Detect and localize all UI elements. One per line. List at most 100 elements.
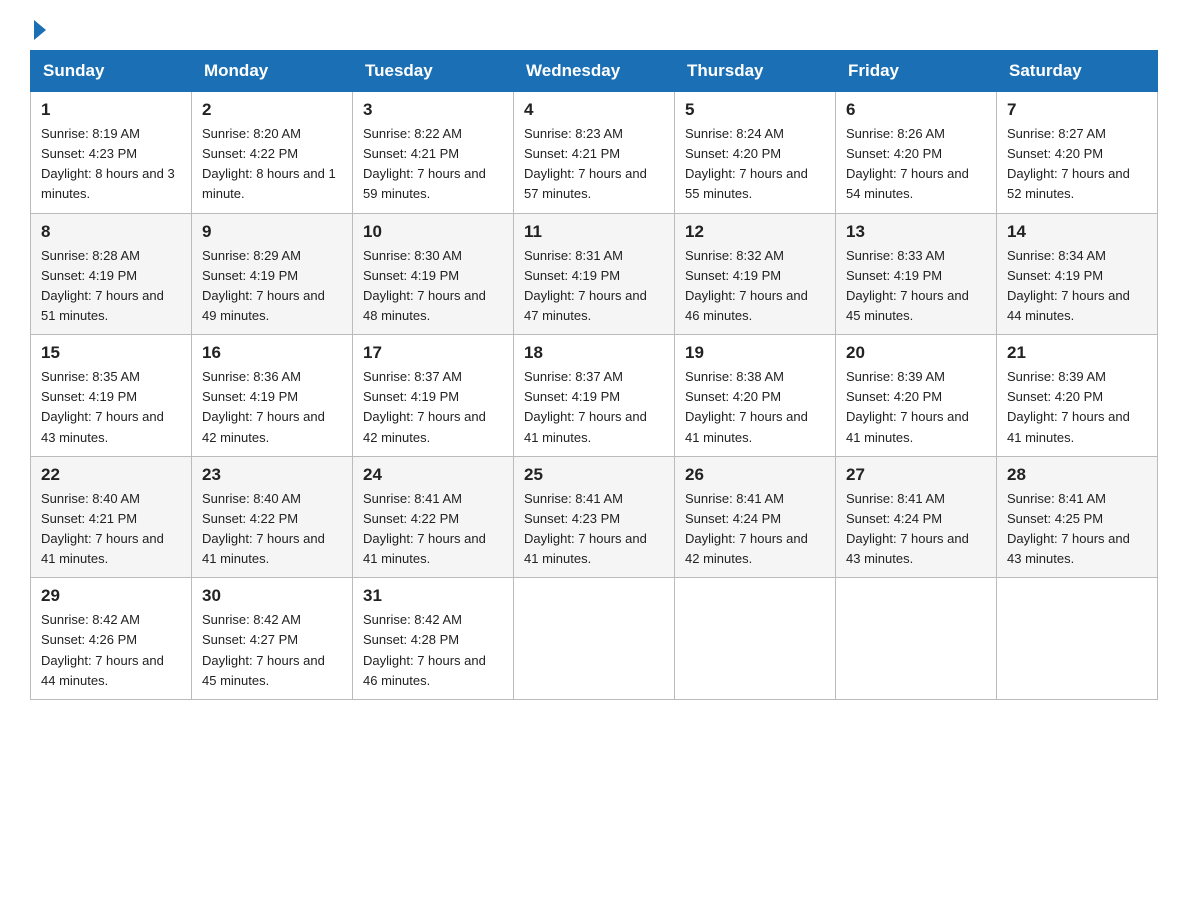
day-info: Sunrise: 8:37 AMSunset: 4:19 PMDaylight:… [524, 367, 664, 448]
day-cell-2: 2 Sunrise: 8:20 AMSunset: 4:22 PMDaylight… [192, 92, 353, 214]
day-info: Sunrise: 8:39 AMSunset: 4:20 PMDaylight:… [1007, 367, 1147, 448]
day-cell-5: 5Sunrise: 8:24 AMSunset: 4:20 PMDaylight… [675, 92, 836, 214]
day-number: 14 [1007, 222, 1147, 242]
day-number: 16 [202, 343, 342, 363]
day-cell-15: 15 Sunrise: 8:35 AMSunset: 4:19 PMDayligh… [31, 335, 192, 457]
weekday-header-sunday: Sunday [31, 51, 192, 92]
week-row-1: 1 Sunrise: 8:19 AMSunset: 4:23 PMDaylight… [31, 92, 1158, 214]
day-info: Sunrise: 8:30 AMSunset: 4:19 PMDaylight:… [363, 246, 503, 327]
day-info: Sunrise: 8:41 AMSunset: 4:22 PMDaylight:… [363, 489, 503, 570]
day-number: 22 [41, 465, 181, 485]
day-info: Sunrise: 8:20 AMSunset: 4:22 PMDaylight:… [202, 124, 342, 205]
day-info: Sunrise: 8:41 AMSunset: 4:23 PMDaylight:… [524, 489, 664, 570]
day-cell-29: 29Sunrise: 8:42 AMSunset: 4:26 PMDayligh… [31, 578, 192, 700]
day-cell-4: 4 Sunrise: 8:23 AMSunset: 4:21 PMDaylight… [514, 92, 675, 214]
day-info: Sunrise: 8:41 AMSunset: 4:24 PMDaylight:… [846, 489, 986, 570]
day-number: 24 [363, 465, 503, 485]
day-info: Sunrise: 8:33 AMSunset: 4:19 PMDaylight:… [846, 246, 986, 327]
day-cell-27: 27 Sunrise: 8:41 AMSunset: 4:24 PMDayligh… [836, 456, 997, 578]
day-cell-13: 13 Sunrise: 8:33 AMSunset: 4:19 PMDayligh… [836, 213, 997, 335]
day-number: 4 [524, 100, 664, 120]
day-cell-9: 9 Sunrise: 8:29 AMSunset: 4:19 PMDaylight… [192, 213, 353, 335]
day-info: Sunrise: 8:27 AMSunset: 4:20 PMDaylight:… [1007, 124, 1147, 205]
day-number: 21 [1007, 343, 1147, 363]
day-cell-10: 10 Sunrise: 8:30 AMSunset: 4:19 PMDayligh… [353, 213, 514, 335]
page-header [30, 20, 1158, 40]
day-number: 31 [363, 586, 503, 606]
empty-cell [675, 578, 836, 700]
day-number: 29 [41, 586, 181, 606]
day-info: Sunrise: 8:32 AMSunset: 4:19 PMDaylight:… [685, 246, 825, 327]
day-number: 28 [1007, 465, 1147, 485]
day-info: Sunrise: 8:42 AMSunset: 4:27 PMDaylight:… [202, 610, 342, 691]
day-cell-19: 19 Sunrise: 8:38 AMSunset: 4:20 PMDayligh… [675, 335, 836, 457]
day-number: 3 [363, 100, 503, 120]
day-cell-1: 1 Sunrise: 8:19 AMSunset: 4:23 PMDaylight… [31, 92, 192, 214]
day-number: 27 [846, 465, 986, 485]
day-info: Sunrise: 8:29 AMSunset: 4:19 PMDaylight:… [202, 246, 342, 327]
day-cell-3: 3Sunrise: 8:22 AMSunset: 4:21 PMDaylight… [353, 92, 514, 214]
day-info: Sunrise: 8:40 AMSunset: 4:22 PMDaylight:… [202, 489, 342, 570]
day-cell-30: 30 Sunrise: 8:42 AMSunset: 4:27 PMDayligh… [192, 578, 353, 700]
day-info: Sunrise: 8:23 AMSunset: 4:21 PMDaylight:… [524, 124, 664, 205]
day-number: 11 [524, 222, 664, 242]
day-info: Sunrise: 8:26 AMSunset: 4:20 PMDaylight:… [846, 124, 986, 205]
day-number: 18 [524, 343, 664, 363]
logo-triangle-icon [34, 20, 46, 40]
day-cell-25: 25 Sunrise: 8:41 AMSunset: 4:23 PMDayligh… [514, 456, 675, 578]
day-number: 26 [685, 465, 825, 485]
day-number: 8 [41, 222, 181, 242]
day-info: Sunrise: 8:41 AMSunset: 4:25 PMDaylight:… [1007, 489, 1147, 570]
day-cell-31: 31 Sunrise: 8:42 AMSunset: 4:28 PMDayligh… [353, 578, 514, 700]
day-number: 9 [202, 222, 342, 242]
day-info: Sunrise: 8:31 AMSunset: 4:19 PMDaylight:… [524, 246, 664, 327]
day-number: 15 [41, 343, 181, 363]
day-number: 5 [685, 100, 825, 120]
day-cell-22: 22 Sunrise: 8:40 AMSunset: 4:21 PMDayligh… [31, 456, 192, 578]
weekday-header-monday: Monday [192, 51, 353, 92]
day-cell-26: 26Sunrise: 8:41 AMSunset: 4:24 PMDayligh… [675, 456, 836, 578]
day-info: Sunrise: 8:37 AMSunset: 4:19 PMDaylight:… [363, 367, 503, 448]
day-cell-14: 14 Sunrise: 8:34 AMSunset: 4:19 PMDayligh… [997, 213, 1158, 335]
day-number: 19 [685, 343, 825, 363]
weekday-header-row: SundayMondayTuesdayWednesdayThursdayFrid… [31, 51, 1158, 92]
day-cell-16: 16Sunrise: 8:36 AMSunset: 4:19 PMDayligh… [192, 335, 353, 457]
day-info: Sunrise: 8:34 AMSunset: 4:19 PMDaylight:… [1007, 246, 1147, 327]
day-number: 30 [202, 586, 342, 606]
day-number: 23 [202, 465, 342, 485]
day-cell-17: 17Sunrise: 8:37 AMSunset: 4:19 PMDayligh… [353, 335, 514, 457]
week-row-2: 8Sunrise: 8:28 AMSunset: 4:19 PMDaylight… [31, 213, 1158, 335]
week-row-4: 22 Sunrise: 8:40 AMSunset: 4:21 PMDayligh… [31, 456, 1158, 578]
day-info: Sunrise: 8:40 AMSunset: 4:21 PMDaylight:… [41, 489, 181, 570]
empty-cell [836, 578, 997, 700]
day-number: 20 [846, 343, 986, 363]
day-cell-6: 6 Sunrise: 8:26 AMSunset: 4:20 PMDaylight… [836, 92, 997, 214]
day-cell-24: 24 Sunrise: 8:41 AMSunset: 4:22 PMDayligh… [353, 456, 514, 578]
day-number: 25 [524, 465, 664, 485]
weekday-header-saturday: Saturday [997, 51, 1158, 92]
day-cell-20: 20 Sunrise: 8:39 AMSunset: 4:20 PMDayligh… [836, 335, 997, 457]
logo-blue-text [30, 20, 46, 40]
empty-cell [997, 578, 1158, 700]
day-cell-21: 21 Sunrise: 8:39 AMSunset: 4:20 PMDayligh… [997, 335, 1158, 457]
day-number: 13 [846, 222, 986, 242]
day-number: 6 [846, 100, 986, 120]
day-cell-28: 28 Sunrise: 8:41 AMSunset: 4:25 PMDayligh… [997, 456, 1158, 578]
day-cell-12: 12 Sunrise: 8:32 AMSunset: 4:19 PMDayligh… [675, 213, 836, 335]
day-info: Sunrise: 8:38 AMSunset: 4:20 PMDaylight:… [685, 367, 825, 448]
day-number: 12 [685, 222, 825, 242]
logo [30, 20, 46, 40]
weekday-header-friday: Friday [836, 51, 997, 92]
weekday-header-wednesday: Wednesday [514, 51, 675, 92]
day-info: Sunrise: 8:19 AMSunset: 4:23 PMDaylight:… [41, 124, 181, 205]
day-number: 2 [202, 100, 342, 120]
day-info: Sunrise: 8:39 AMSunset: 4:20 PMDaylight:… [846, 367, 986, 448]
empty-cell [514, 578, 675, 700]
day-cell-18: 18 Sunrise: 8:37 AMSunset: 4:19 PMDayligh… [514, 335, 675, 457]
day-number: 1 [41, 100, 181, 120]
day-number: 7 [1007, 100, 1147, 120]
day-cell-8: 8Sunrise: 8:28 AMSunset: 4:19 PMDaylight… [31, 213, 192, 335]
day-info: Sunrise: 8:35 AMSunset: 4:19 PMDaylight:… [41, 367, 181, 448]
day-number: 10 [363, 222, 503, 242]
day-info: Sunrise: 8:42 AMSunset: 4:28 PMDaylight:… [363, 610, 503, 691]
